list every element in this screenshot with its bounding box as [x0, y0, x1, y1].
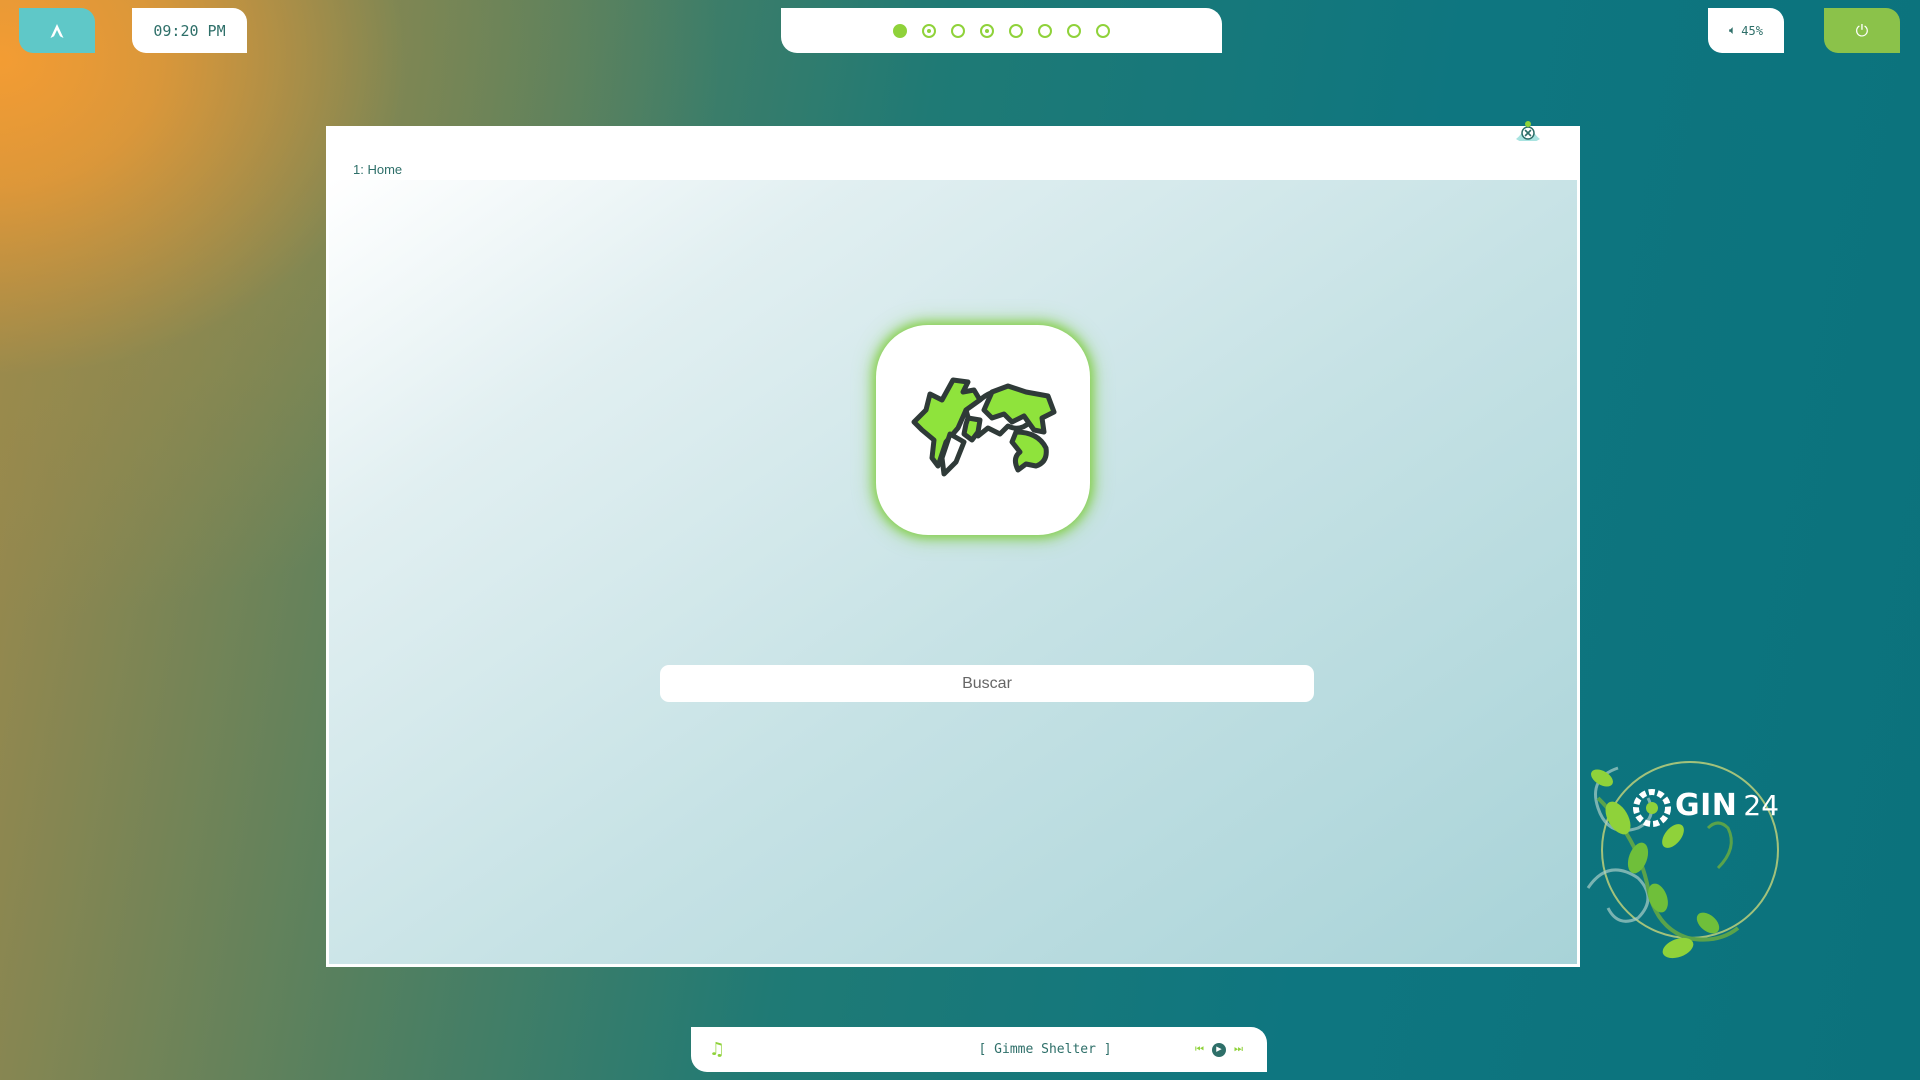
logo-number: 24 — [1743, 789, 1780, 822]
speaker-icon: 🔈︎ — [1729, 23, 1737, 37]
volume-label: 45% — [1741, 23, 1763, 38]
gin-logo-icon — [1633, 789, 1671, 827]
launcher-button[interactable] — [19, 8, 95, 53]
logo-brand: GIN — [1675, 788, 1738, 823]
music-note-icon: ♫ — [709, 1039, 726, 1060]
world-map-icon — [911, 377, 1057, 477]
workspace-3[interactable] — [951, 23, 965, 38]
next-icon[interactable]: ⏭ — [1234, 1044, 1243, 1055]
track-title: [ Gimme Shelter ] — [978, 1042, 1112, 1057]
workspace-list — [893, 23, 1110, 38]
app-icon[interactable] — [876, 325, 1090, 535]
workspace-switcher — [781, 8, 1222, 53]
workspace-2[interactable] — [922, 23, 936, 38]
close-icon[interactable] — [1514, 117, 1542, 141]
workspace-5[interactable] — [1009, 23, 1023, 38]
workspace-7[interactable] — [1067, 23, 1081, 38]
workspace-4[interactable] — [980, 23, 994, 38]
vine-swirl-decoration — [1586, 761, 1779, 959]
arch-logo-icon — [50, 23, 64, 38]
wallpaper-logo: GIN 24 — [1578, 748, 1808, 968]
window-title: 1: Home — [353, 162, 403, 177]
play-icon[interactable]: ▶ — [1211, 1042, 1226, 1057]
clock: 09:20 PM — [132, 8, 247, 53]
search-input[interactable] — [660, 665, 1314, 702]
power-icon: ⏻ — [1855, 20, 1869, 40]
wallpaper-logo-text: GIN 24 — [1675, 788, 1779, 823]
volume-control[interactable]: 🔈︎ 45% — [1708, 8, 1784, 53]
window-content — [329, 180, 1577, 964]
app-window: 1: Home — [326, 121, 1580, 967]
workspace-1[interactable] — [893, 23, 907, 38]
workspace-8[interactable] — [1096, 23, 1110, 38]
music-player: ♫ [ Gimme Shelter ] ⏮ ▶ ⏭ — [691, 1027, 1267, 1072]
prev-icon[interactable]: ⏮ — [1195, 1044, 1204, 1055]
workspace-6[interactable] — [1038, 23, 1052, 38]
power-button[interactable]: ⏻ — [1824, 8, 1900, 53]
player-controls: ⏮ ▶ ⏭ — [1195, 1042, 1243, 1057]
